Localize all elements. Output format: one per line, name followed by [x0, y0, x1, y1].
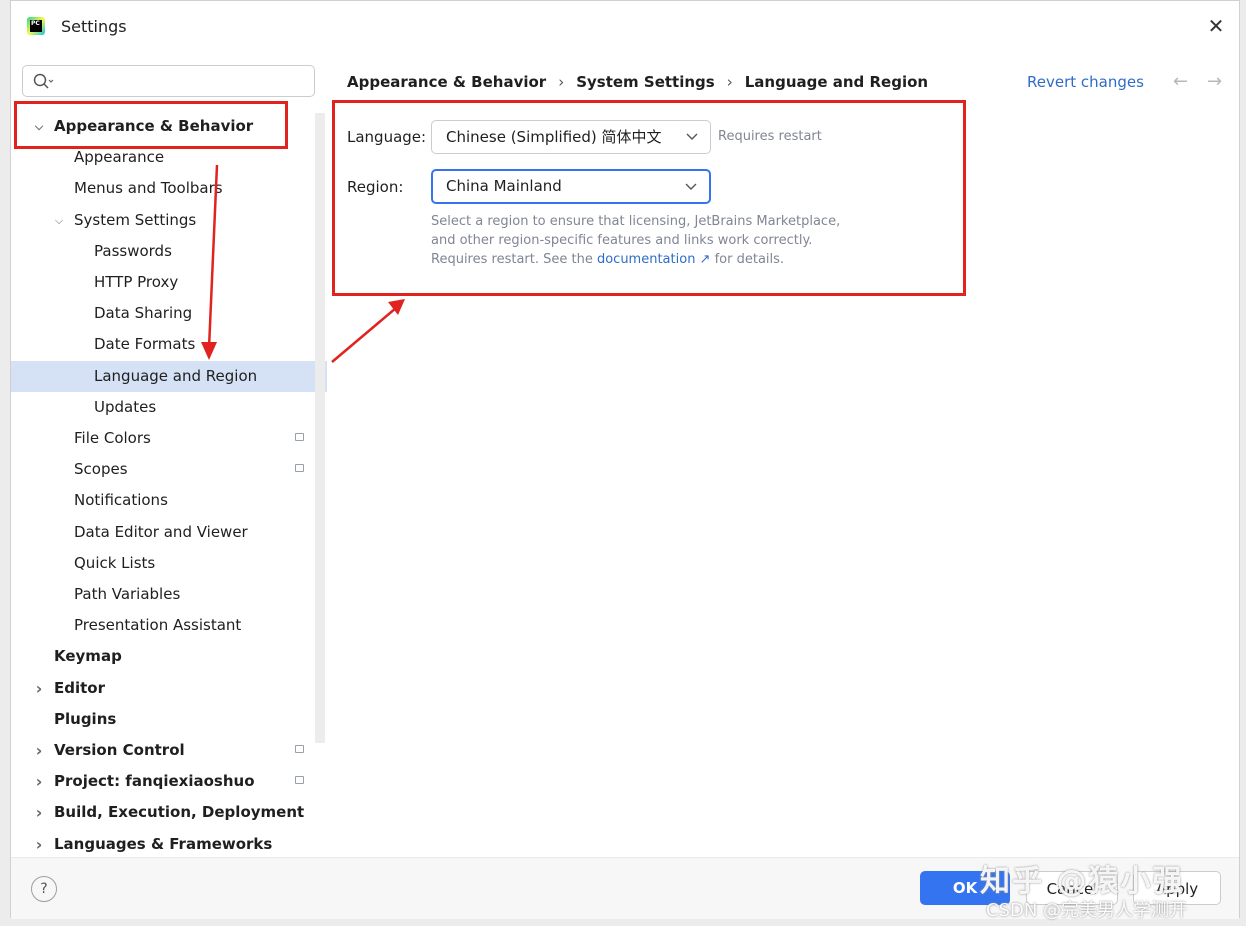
sidebar-item-editor[interactable]: › Editor: [11, 673, 327, 704]
sidebar-item-appearance[interactable]: Appearance: [11, 142, 327, 173]
sidebar-item-label: File Colors: [74, 429, 151, 447]
sidebar-item-build-execution-deployment[interactable]: › Build, Execution, Deployment: [11, 797, 327, 828]
chevron-down-icon[interactable]: ⌵: [52, 205, 66, 236]
chevron-down-icon[interactable]: ⌵: [32, 111, 46, 142]
documentation-link[interactable]: documentation ↗: [597, 252, 710, 267]
sidebar-item-label: Date Formats: [94, 335, 196, 354]
region-label: Region:: [347, 178, 404, 196]
cancel-button[interactable]: Cancel: [1026, 871, 1118, 905]
sidebar-item-language-and-region[interactable]: Language and Region: [11, 360, 327, 392]
sidebar-item-label: Appearance & Behavior: [54, 117, 254, 135]
sidebar-item-label: Menus and Toolbars: [74, 179, 223, 198]
breadcrumb-item-appearance-behavior[interactable]: Appearance & Behavior: [347, 73, 546, 91]
sidebar-item-http-proxy[interactable]: HTTP Proxy: [11, 267, 327, 298]
sidebar-item-menus-and-toolbars[interactable]: Menus and Toolbars: [11, 173, 327, 204]
close-icon[interactable]: ✕: [1205, 15, 1227, 37]
sidebar-item-label: Editor: [54, 678, 105, 697]
forward-arrow-icon[interactable]: →: [1207, 71, 1222, 93]
sidebar-item-label: Appearance: [74, 148, 165, 167]
breadcrumb-item-language-region: Language and Region: [744, 73, 929, 91]
pycharm-app-icon: PC: [27, 17, 45, 35]
sidebar-item-label: HTTP Proxy: [94, 273, 179, 291]
sidebar-item-label: Version Control: [54, 741, 185, 759]
sidebar-item-version-control[interactable]: › Version Control: [11, 735, 327, 766]
sidebar-item-label: Build, Execution, Deployment: [54, 803, 305, 822]
sidebar-item-passwords[interactable]: Passwords: [11, 236, 327, 267]
sidebar-item-label: Keymap: [54, 647, 122, 666]
non-project-settings-icon: [295, 433, 304, 441]
sidebar-item-label: Quick Lists: [74, 553, 156, 572]
chevron-right-icon[interactable]: ›: [32, 766, 46, 797]
chevron-right-icon[interactable]: ›: [32, 673, 46, 704]
sidebar-item-scopes[interactable]: Scopes: [11, 454, 327, 485]
sidebar-item-path-variables[interactable]: Path Variables: [11, 579, 327, 610]
chevron-down-icon: [686, 133, 698, 140]
breadcrumb-item-system-settings[interactable]: System Settings: [576, 73, 715, 91]
window-title: Settings: [61, 17, 127, 36]
sidebar-item-file-colors[interactable]: File Colors: [11, 423, 327, 454]
ok-button[interactable]: OK: [920, 871, 1010, 905]
sidebar-item-data-sharing[interactable]: Data Sharing: [11, 298, 327, 329]
sidebar-item-presentation-assistant[interactable]: Presentation Assistant: [11, 610, 327, 641]
sidebar-item-label: Languages & Frameworks: [54, 834, 273, 853]
language-label: Language:: [347, 128, 427, 146]
search-input[interactable]: [22, 65, 315, 97]
sidebar-item-label: Language and Region: [94, 366, 258, 385]
non-project-settings-icon: [295, 776, 304, 785]
region-description: Select a region to ensure that licensing…: [431, 212, 861, 269]
sidebar-item-label: Notifications: [74, 491, 168, 510]
sidebar-item-label: System Settings: [74, 210, 197, 229]
sidebar-item-system-settings[interactable]: ⌵ System Settings: [11, 205, 327, 236]
breadcrumb: Appearance & Behavior › System Settings › La…: [347, 71, 928, 93]
sidebar-item-label: Data Editor and Viewer: [74, 522, 248, 541]
sidebar-item-appearance-behavior[interactable]: ⌵ Appearance & Behavior: [11, 111, 327, 142]
search-icon: [33, 73, 54, 89]
language-dropdown-value: Chinese (Simplified) 简体中文: [446, 128, 662, 146]
revert-changes-link[interactable]: Revert changes: [1027, 71, 1144, 93]
chevron-right-icon[interactable]: ›: [32, 829, 46, 855]
sidebar-item-notifications[interactable]: Notifications: [11, 485, 327, 516]
sidebar-item-plugins[interactable]: Plugins: [11, 704, 327, 735]
chevron-right-icon[interactable]: ›: [32, 797, 46, 828]
help-icon[interactable]: ?: [31, 876, 57, 902]
region-description-suffix: for details.: [714, 252, 785, 267]
sidebar-item-label: Data Sharing: [94, 304, 193, 323]
sidebar-item-label: Scopes: [74, 460, 128, 479]
sidebar-scrollbar[interactable]: [315, 113, 325, 743]
requires-restart-hint: Requires restart: [718, 129, 822, 144]
sidebar-item-updates[interactable]: Updates: [11, 392, 327, 423]
sidebar-item-keymap[interactable]: Keymap: [11, 641, 327, 672]
sidebar-item-project-fanqiexiaoshuo[interactable]: › Project: fanqiexiaoshuo: [11, 766, 327, 797]
dialog-footer: ? OK Cancel Apply: [11, 857, 1239, 919]
chevron-right-icon[interactable]: ›: [32, 735, 46, 766]
sidebar-item-label: Plugins: [54, 709, 117, 728]
non-project-settings-icon: [295, 745, 304, 753]
breadcrumb-separator: ›: [726, 73, 733, 91]
breadcrumb-separator: ›: [558, 73, 565, 91]
sidebar-item-label: Presentation Assistant: [74, 616, 242, 635]
non-project-settings-icon: [295, 464, 304, 473]
sidebar-item-quick-lists[interactable]: Quick Lists: [11, 548, 327, 579]
sidebar-item-languages-frameworks[interactable]: › Languages & Frameworks: [11, 829, 327, 855]
settings-tree: ⌵ Appearance & Behavior Appearance Menus an…: [11, 105, 329, 855]
settings-window: PC Settings ✕ ⌵ Appearance & Behavior Appe…: [10, 0, 1240, 919]
chevron-down-icon: [685, 183, 697, 190]
sidebar-item-date-formats[interactable]: Date Formats: [11, 329, 327, 360]
sidebar-item-label: Updates: [94, 397, 157, 416]
apply-button[interactable]: Apply: [1133, 871, 1221, 905]
sidebar-item-label: Project: fanqiexiaoshuo: [54, 772, 255, 791]
title-bar: PC Settings ✕: [11, 1, 1239, 53]
back-arrow-icon[interactable]: ←: [1173, 71, 1188, 93]
region-dropdown-value: China Mainland: [446, 177, 562, 195]
sidebar-item-label: Passwords: [94, 241, 172, 260]
sidebar-item-data-editor-and-viewer[interactable]: Data Editor and Viewer: [11, 517, 327, 548]
sidebar-item-label: Path Variables: [74, 585, 181, 603]
region-dropdown[interactable]: China Mainland: [431, 169, 711, 204]
language-dropdown[interactable]: Chinese (Simplified) 简体中文: [431, 120, 711, 154]
